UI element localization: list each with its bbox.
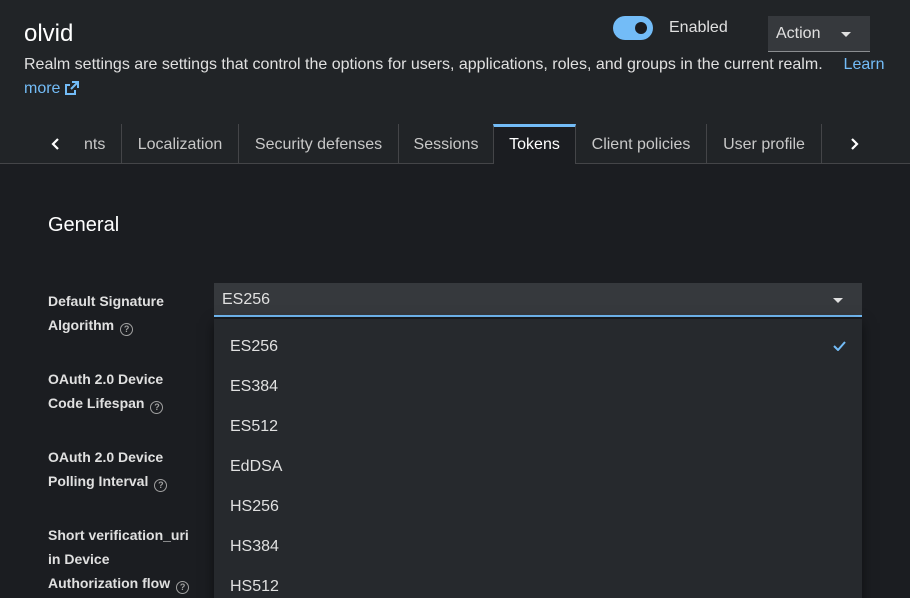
scroll-tabs-left-button[interactable] [36,124,76,163]
field-label-device-polling-interval: OAuth 2.0 Device Polling Interval? [48,445,198,493]
tab-client-policies[interactable]: Client policies [576,124,707,163]
tab-tokens[interactable]: Tokens [493,124,576,164]
caret-down-icon [833,298,843,303]
check-icon [833,341,846,351]
label-line: Algorithm [48,317,115,333]
toggle-knob [635,22,647,34]
signature-algorithm-select[interactable]: ES256 [214,283,862,317]
label-line: Short verification_uri [48,527,189,543]
tab-security-defenses[interactable]: Security defenses [239,124,399,163]
label-line: OAuth 2.0 Device [48,371,164,387]
menu-option-es512[interactable]: ES512 [230,418,278,436]
label-line: OAuth 2.0 Device [48,449,164,465]
label-line: Default Signature [48,293,164,309]
realm-title: olvid [24,20,74,47]
page-header: olvid Enabled Action Realm settings are … [0,0,910,124]
label-line: Polling Interval [48,473,149,489]
menu-option-es256[interactable]: ES256 [230,338,278,356]
menu-option-hs512[interactable]: HS512 [230,578,279,596]
action-dropdown-button[interactable]: Action [768,16,870,52]
help-icon[interactable]: ? [150,401,164,414]
external-link-icon [64,79,80,103]
help-icon[interactable]: ? [154,479,168,492]
select-value: ES256 [222,291,271,308]
tab-sessions[interactable]: Sessions [399,124,494,163]
signature-algorithm-menu: ES256 ES384 ES512 EdDSA HS256 HS384 HS51… [214,319,862,598]
tab-localization[interactable]: Localization [122,124,239,163]
realm-description: Realm settings are settings that control… [24,53,886,103]
label-line: Code Lifespan [48,395,145,411]
settings-tabs: nts Localization Security defenses Sessi… [0,124,910,164]
field-label-device-code-lifespan: OAuth 2.0 Device Code Lifespan? [48,367,198,415]
learn-more-text-2: more [24,80,61,97]
caret-down-icon [841,32,851,37]
enabled-toggle[interactable] [613,16,653,40]
enabled-label: Enabled [669,19,728,36]
field-label-short-verification-uri: Short verification_uri in Device Authori… [48,523,208,595]
menu-option-eddsa[interactable]: EdDSA [230,458,282,476]
tab-user-profile[interactable]: User profile [707,124,822,163]
section-title-general: General [48,214,120,236]
action-label: Action [776,25,821,42]
help-icon[interactable]: ? [120,323,134,336]
chevron-right-icon [851,137,859,150]
label-line: in Device [48,551,110,567]
scroll-tabs-right-button[interactable] [834,124,874,163]
learn-more-text-1: Learn [843,56,885,73]
label-line: Authorization flow [48,575,171,591]
chevron-left-icon [51,137,59,150]
menu-option-hs256[interactable]: HS256 [230,498,279,516]
field-label-signature-algorithm: Default Signature Algorithm? [48,289,198,337]
description-text: Realm settings are settings that control… [24,56,823,73]
tab-partial[interactable]: nts [76,124,122,163]
menu-option-hs384[interactable]: HS384 [230,538,279,556]
help-icon[interactable]: ? [176,581,190,594]
menu-option-es384[interactable]: ES384 [230,378,278,396]
